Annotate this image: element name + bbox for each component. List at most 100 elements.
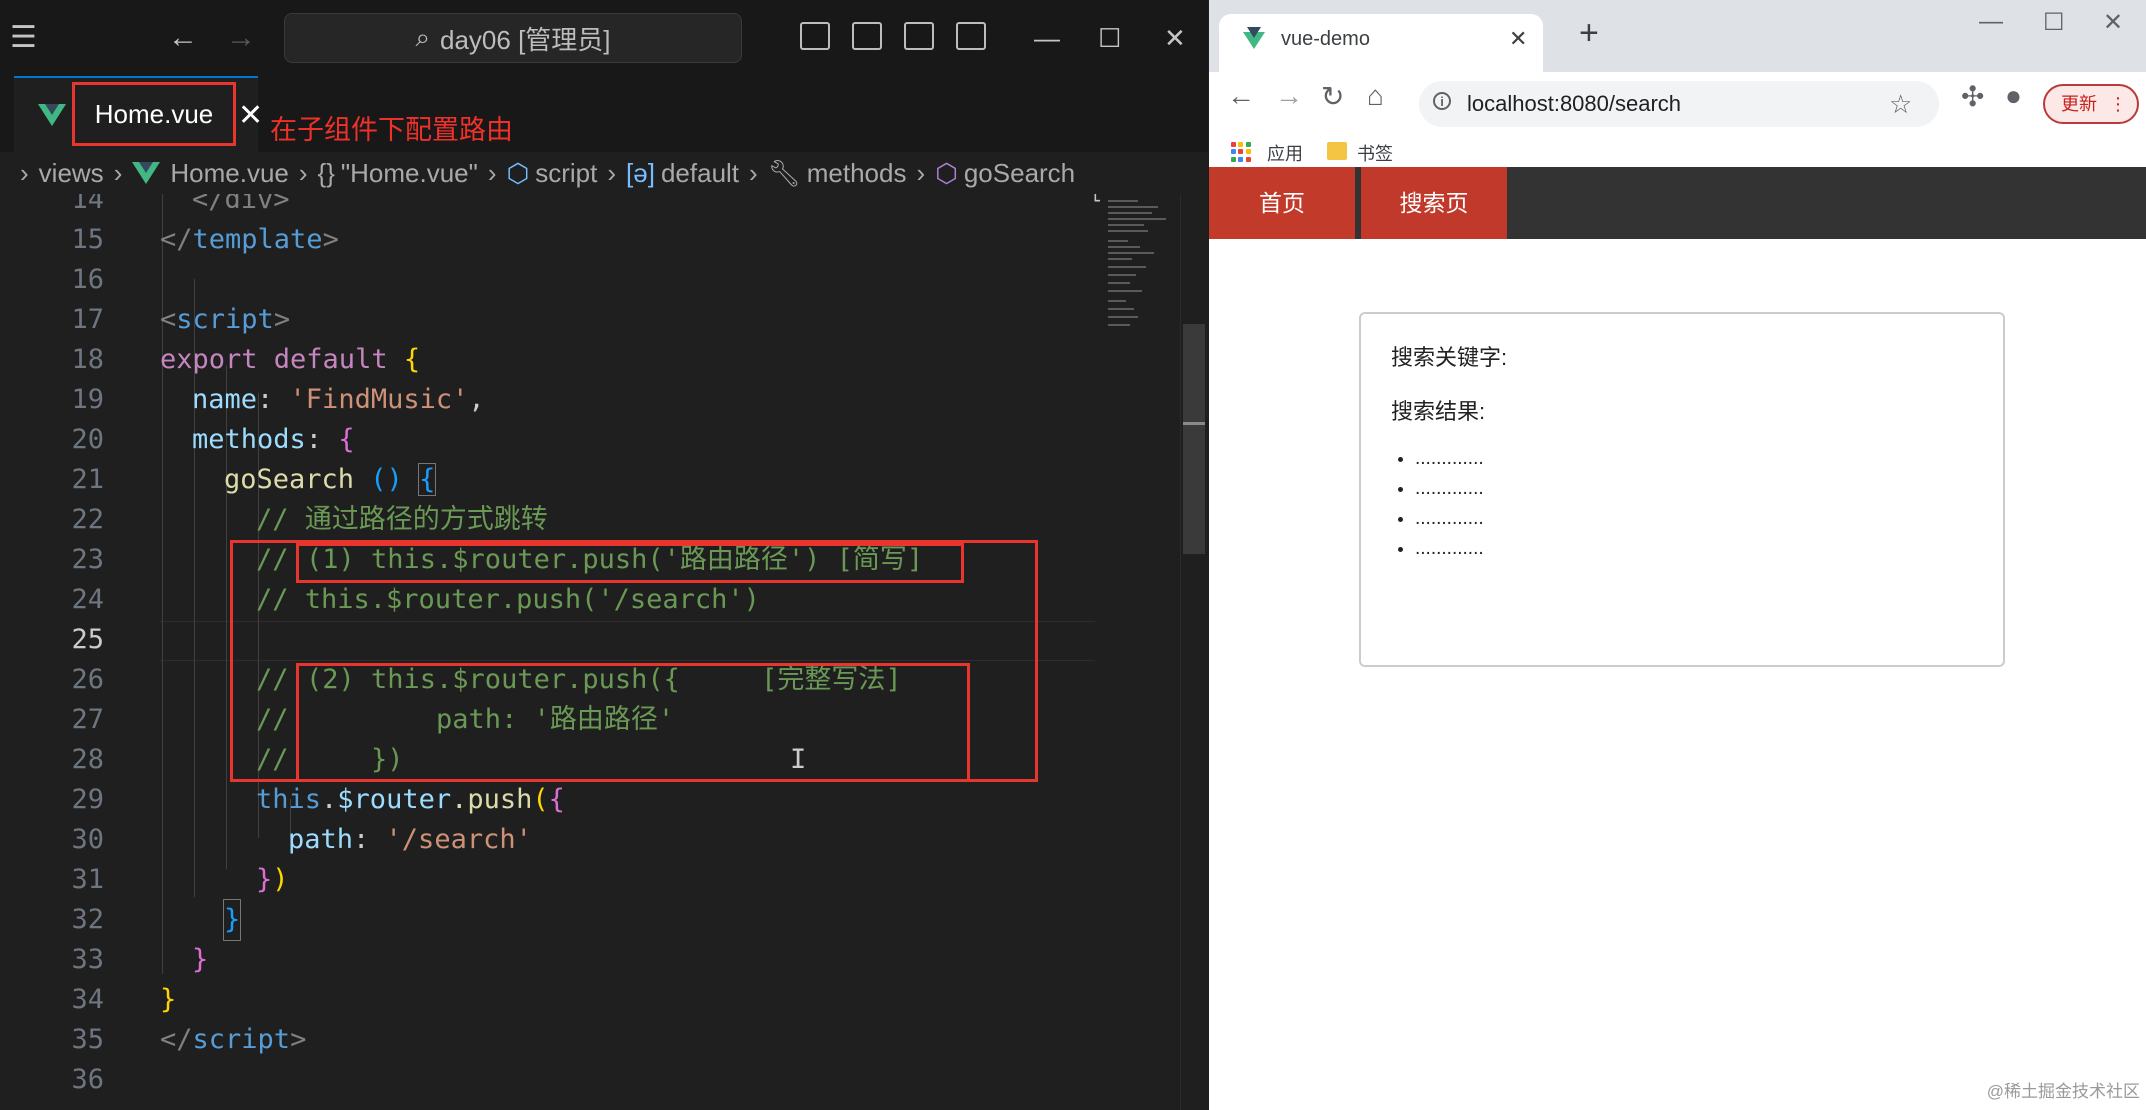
code-line: 21 goSearch () {	[71, 463, 437, 496]
bookmark-star-icon[interactable]: ☆	[1889, 81, 1912, 127]
browser-window: vue-demo ✕ + — ☐ ✕ ← → ↻ ⌂ i localhost:8…	[1209, 0, 2146, 1110]
close-tab-icon[interactable]: ✕	[238, 98, 263, 133]
site-info-icon[interactable]: i	[1433, 92, 1451, 110]
code-line: 17 <script>	[71, 304, 291, 335]
annotation-text: 在子组件下配置路由	[270, 115, 513, 145]
list-item: .............	[1415, 504, 1484, 534]
breadcrumb-methods[interactable]: methods	[807, 158, 907, 189]
result-label: 搜索结果:	[1391, 399, 1486, 424]
code-line: 29 this.$router.push({	[71, 784, 565, 815]
code-line: 14 </div>	[71, 194, 290, 215]
minimize-icon[interactable]: —	[1034, 0, 1060, 76]
breadcrumb: › views › Home.vue › {} "Home.vue" › ⬡ s…	[0, 152, 1208, 194]
breadcrumb-script[interactable]: script	[535, 158, 597, 189]
code-line: 36	[71, 1064, 104, 1095]
toggle-panel-icon[interactable]	[852, 22, 882, 50]
method-icon: ⬡	[935, 157, 958, 188]
editor-tab-bar: Home.vue ✕ ◫ ⋯	[0, 76, 1208, 204]
code-line: 15 </template>	[71, 224, 339, 255]
code-line: 20 methods: {	[71, 424, 355, 455]
apps-icon[interactable]	[1231, 142, 1251, 162]
scroll-thumb[interactable]	[1183, 324, 1205, 554]
code-line: 16	[71, 264, 104, 295]
close-window-icon[interactable]: ✕	[2103, 8, 2123, 37]
chevron-right-icon: ›	[20, 157, 29, 188]
profile-icon[interactable]: ●	[2005, 80, 2022, 112]
close-tab-icon[interactable]: ✕	[1509, 26, 1527, 52]
customize-layout-icon[interactable]	[956, 22, 986, 50]
folder-icon	[1327, 142, 1347, 160]
more-menu-icon[interactable]: ⋮	[2109, 86, 2127, 122]
braces-icon: {}	[317, 157, 335, 188]
code-line: 34}	[71, 984, 177, 1015]
update-label: 更新	[2061, 94, 2097, 114]
menu-icon[interactable]: ☰	[10, 0, 37, 76]
chevron-right-icon: ›	[749, 157, 758, 188]
bookmark-apps[interactable]: 应用	[1267, 140, 1303, 166]
breadcrumb-function[interactable]: goSearch	[964, 158, 1075, 189]
code-line: 32}	[0, 899, 1100, 941]
toggle-sidebar-icon[interactable]	[800, 22, 830, 50]
result-list: ............. ............. ............…	[1375, 444, 1484, 564]
annotation-box-full	[296, 663, 970, 782]
chevron-right-icon: ›	[607, 157, 617, 188]
address-bar[interactable]: i localhost:8080/search ☆	[1419, 81, 1939, 127]
new-tab-icon[interactable]: +	[1579, 14, 1599, 53]
minimap[interactable]	[1100, 194, 1180, 1110]
code-line: 31})	[71, 864, 289, 895]
breadcrumb-views[interactable]: views	[39, 158, 104, 189]
list-item: .............	[1415, 474, 1484, 504]
back-icon[interactable]: ←	[1227, 80, 1255, 112]
list-item: .............	[1415, 534, 1484, 564]
keyword-label: 搜索关键字:	[1391, 345, 1508, 370]
title-bar: ☰ ← → ⌕ day06 [管理员] — ☐ ✕	[0, 0, 1208, 76]
watermark: @稀土掘金技术社区	[1986, 1082, 2140, 1101]
browser-tab-strip: vue-demo ✕ + — ☐ ✕	[1209, 0, 2146, 72]
breadcrumb-module[interactable]: "Home.vue"	[341, 158, 478, 189]
command-center[interactable]: ⌕ day06 [管理员]	[284, 13, 742, 63]
forward-icon[interactable]: →	[1275, 80, 1303, 112]
layout-controls	[800, 22, 986, 50]
chevron-right-icon: ›	[916, 157, 926, 188]
vue-file-icon	[38, 104, 66, 126]
forward-icon[interactable]: →	[226, 0, 256, 76]
code-editor[interactable]: 14 </div> 15 </template> 16 17 <script> 18 e…	[0, 194, 1100, 1110]
code-line: 22// 通过路径的方式跳转	[71, 504, 548, 535]
search-card: 搜索关键字: 搜索结果: ............. .............…	[1359, 312, 2005, 667]
maximize-icon[interactable]: ☐	[2043, 8, 2065, 37]
list-item: .............	[1415, 444, 1484, 474]
code-line: 35 </script>	[71, 1024, 307, 1055]
editor-scrollbar[interactable]	[1180, 194, 1207, 1110]
vue-favicon-icon	[1243, 27, 1265, 49]
close-window-icon[interactable]: ✕	[1164, 0, 1186, 76]
breadcrumb-default[interactable]: default	[661, 158, 739, 189]
bookmark-folder[interactable]: 书签	[1357, 140, 1393, 166]
tab-label: Home.vue	[72, 82, 236, 146]
scroll-position-marker	[1183, 422, 1205, 425]
vue-file-icon	[132, 162, 161, 184]
wrench-icon: 🔧︎	[767, 157, 801, 188]
breadcrumb-file[interactable]: Home.vue	[170, 158, 289, 189]
command-center-label: day06 [管理员]	[440, 24, 611, 55]
code-line: 30 path: '/search'	[71, 824, 532, 855]
code-line: 19 name: 'FindMusic',	[71, 384, 485, 415]
update-button[interactable]: 更新 ⋮	[2043, 84, 2139, 124]
minimize-icon[interactable]: —	[1979, 8, 2003, 36]
chevron-right-icon: ›	[113, 157, 123, 188]
toggle-secondary-sidebar-icon[interactable]	[904, 22, 934, 50]
browser-tab[interactable]: vue-demo ✕	[1219, 14, 1543, 72]
tab-home-vue[interactable]: Home.vue ✕	[14, 76, 263, 152]
home-icon[interactable]: ⌂	[1367, 80, 1384, 112]
variable-icon: [ə]	[626, 157, 655, 188]
extensions-icon[interactable]: ✣	[1961, 80, 1984, 113]
nav-search-link[interactable]: 搜索页	[1361, 167, 1507, 239]
back-icon[interactable]: ←	[168, 0, 198, 76]
vscode-window: ☰ ← → ⌕ day06 [管理员] — ☐ ✕ Home.vue ✕ ◫ ⋯…	[0, 0, 1208, 1110]
maximize-icon[interactable]: ☐	[1098, 0, 1121, 76]
reload-icon[interactable]: ↻	[1321, 80, 1344, 113]
annotation-box-short	[296, 543, 964, 583]
code-line: 18 export default {	[71, 344, 421, 375]
page-nav-bar: 首页 搜索页	[1209, 167, 2146, 239]
chevron-right-icon: ›	[487, 157, 497, 188]
nav-home-link[interactable]: 首页	[1209, 167, 1355, 239]
